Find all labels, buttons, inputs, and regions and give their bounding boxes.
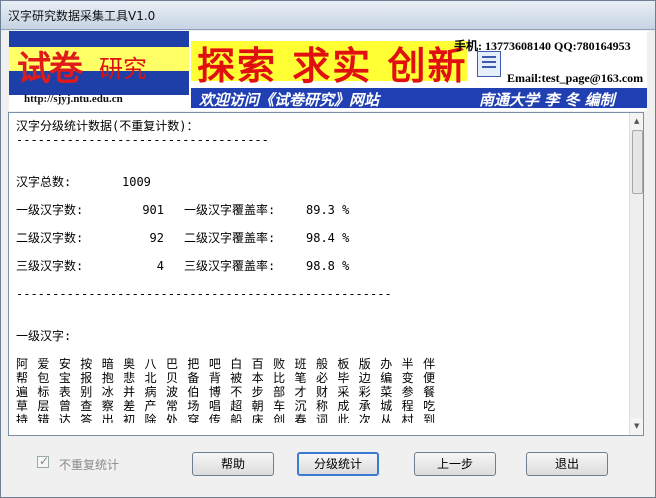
exit-button[interactable]: 退出: [526, 452, 608, 476]
no-duplicate-checkbox[interactable]: ✓: [37, 454, 50, 468]
total-value: 1009: [122, 175, 151, 189]
scroll-down-button[interactable]: ▼: [630, 418, 643, 435]
level2-coverage: 98.4 %: [306, 231, 350, 245]
level2-count-label: 二级汉字数:: [16, 231, 84, 245]
level2-coverage-label: 二级汉字覆盖率:: [184, 231, 276, 245]
level1-coverage: 89.3 %: [306, 203, 350, 217]
level1-count-label: 一级汉字数:: [16, 203, 84, 217]
separator-short: -----------------------------------: [16, 133, 269, 147]
no-duplicate-label: 不重复统计: [59, 458, 120, 472]
window-title: 汉字研究数据采集工具V1.0: [8, 9, 156, 23]
level2-count: 92: [149, 231, 164, 245]
char-row: 草 层 曾 查 察 差 产 常 场 唱 超 朝 车 沉 称 成 承 城 程 吃: [16, 399, 437, 413]
level1-chars-label: 一级汉字:: [16, 329, 72, 343]
title-bar[interactable]: 汉字研究数据采集工具V1.0: [1, 1, 655, 30]
document-icon: [477, 51, 501, 77]
visit-text: 欢迎访问《试卷研究》网站: [199, 91, 380, 109]
website-url: http://sjyj.ntu.edu.cn: [24, 93, 123, 105]
author-text: 南通大学 李 冬 编制: [479, 91, 615, 109]
vertical-scrollbar[interactable]: ▲ ▼: [629, 113, 643, 435]
scroll-up-button[interactable]: ▲: [630, 113, 643, 130]
level1-count: 901: [142, 203, 164, 217]
chevron-up-icon: ▲: [634, 117, 640, 125]
check-icon: ✓: [39, 454, 50, 468]
level3-coverage-label: 三级汉字覆盖率:: [184, 259, 276, 273]
separator-long: ----------------------------------------…: [16, 287, 392, 301]
grade-stats-button[interactable]: 分级统计: [297, 452, 379, 476]
char-row: 持 错 达 答 出 初 除 处 穿 传 船 床 创 春 词 此 次 从 村 到: [16, 413, 437, 423]
prev-step-button[interactable]: 上一步: [414, 452, 496, 476]
banner: 试卷 研究 探索 求实 创新 手机: 13773608140 QQ:780164…: [9, 31, 647, 111]
char-row: 阿 爱 安 按 暗 奥 八 巴 把 吧 白 百 败 班 般 板 版 办 半 伴: [16, 357, 437, 371]
footer: ✓ 不重复统计 帮助 分级统计 上一步 退出: [1, 441, 655, 497]
app-window: 汉字研究数据采集工具V1.0 试卷 研究 探索 求实 创新 手机: 137736…: [0, 0, 656, 498]
char-row: 帮 包 宝 报 抱 悲 北 贝 备 背 被 本 比 笔 必 毕 边 编 变 便: [16, 371, 437, 385]
email: Email:test_page@163.com: [507, 71, 644, 85]
level3-count: 4: [156, 259, 164, 273]
help-button[interactable]: 帮助: [192, 452, 274, 476]
slogan: 探索 求实 创新: [197, 43, 468, 88]
logo-text-part2: 研究: [99, 55, 147, 83]
char-row: 遍 标 表 别 冰 并 病 波 伯 博 不 步 部 才 财 采 彩 菜 参 餐: [16, 385, 437, 399]
level3-count-label: 三级汉字数:: [16, 259, 84, 273]
level1-coverage-label: 一级汉字覆盖率:: [184, 203, 276, 217]
total-label: 汉字总数:: [16, 175, 72, 189]
stats-heading: 汉字分级统计数据(不重复计数)：: [16, 119, 199, 133]
level3-coverage: 98.8 %: [306, 259, 350, 273]
stats-textbox[interactable]: 汉字分级统计数据(不重复计数)： -----------------------…: [8, 112, 644, 436]
scroll-thumb[interactable]: [632, 130, 643, 194]
logo-text-part1: 试卷: [17, 49, 83, 89]
chevron-down-icon: ▼: [634, 422, 640, 430]
